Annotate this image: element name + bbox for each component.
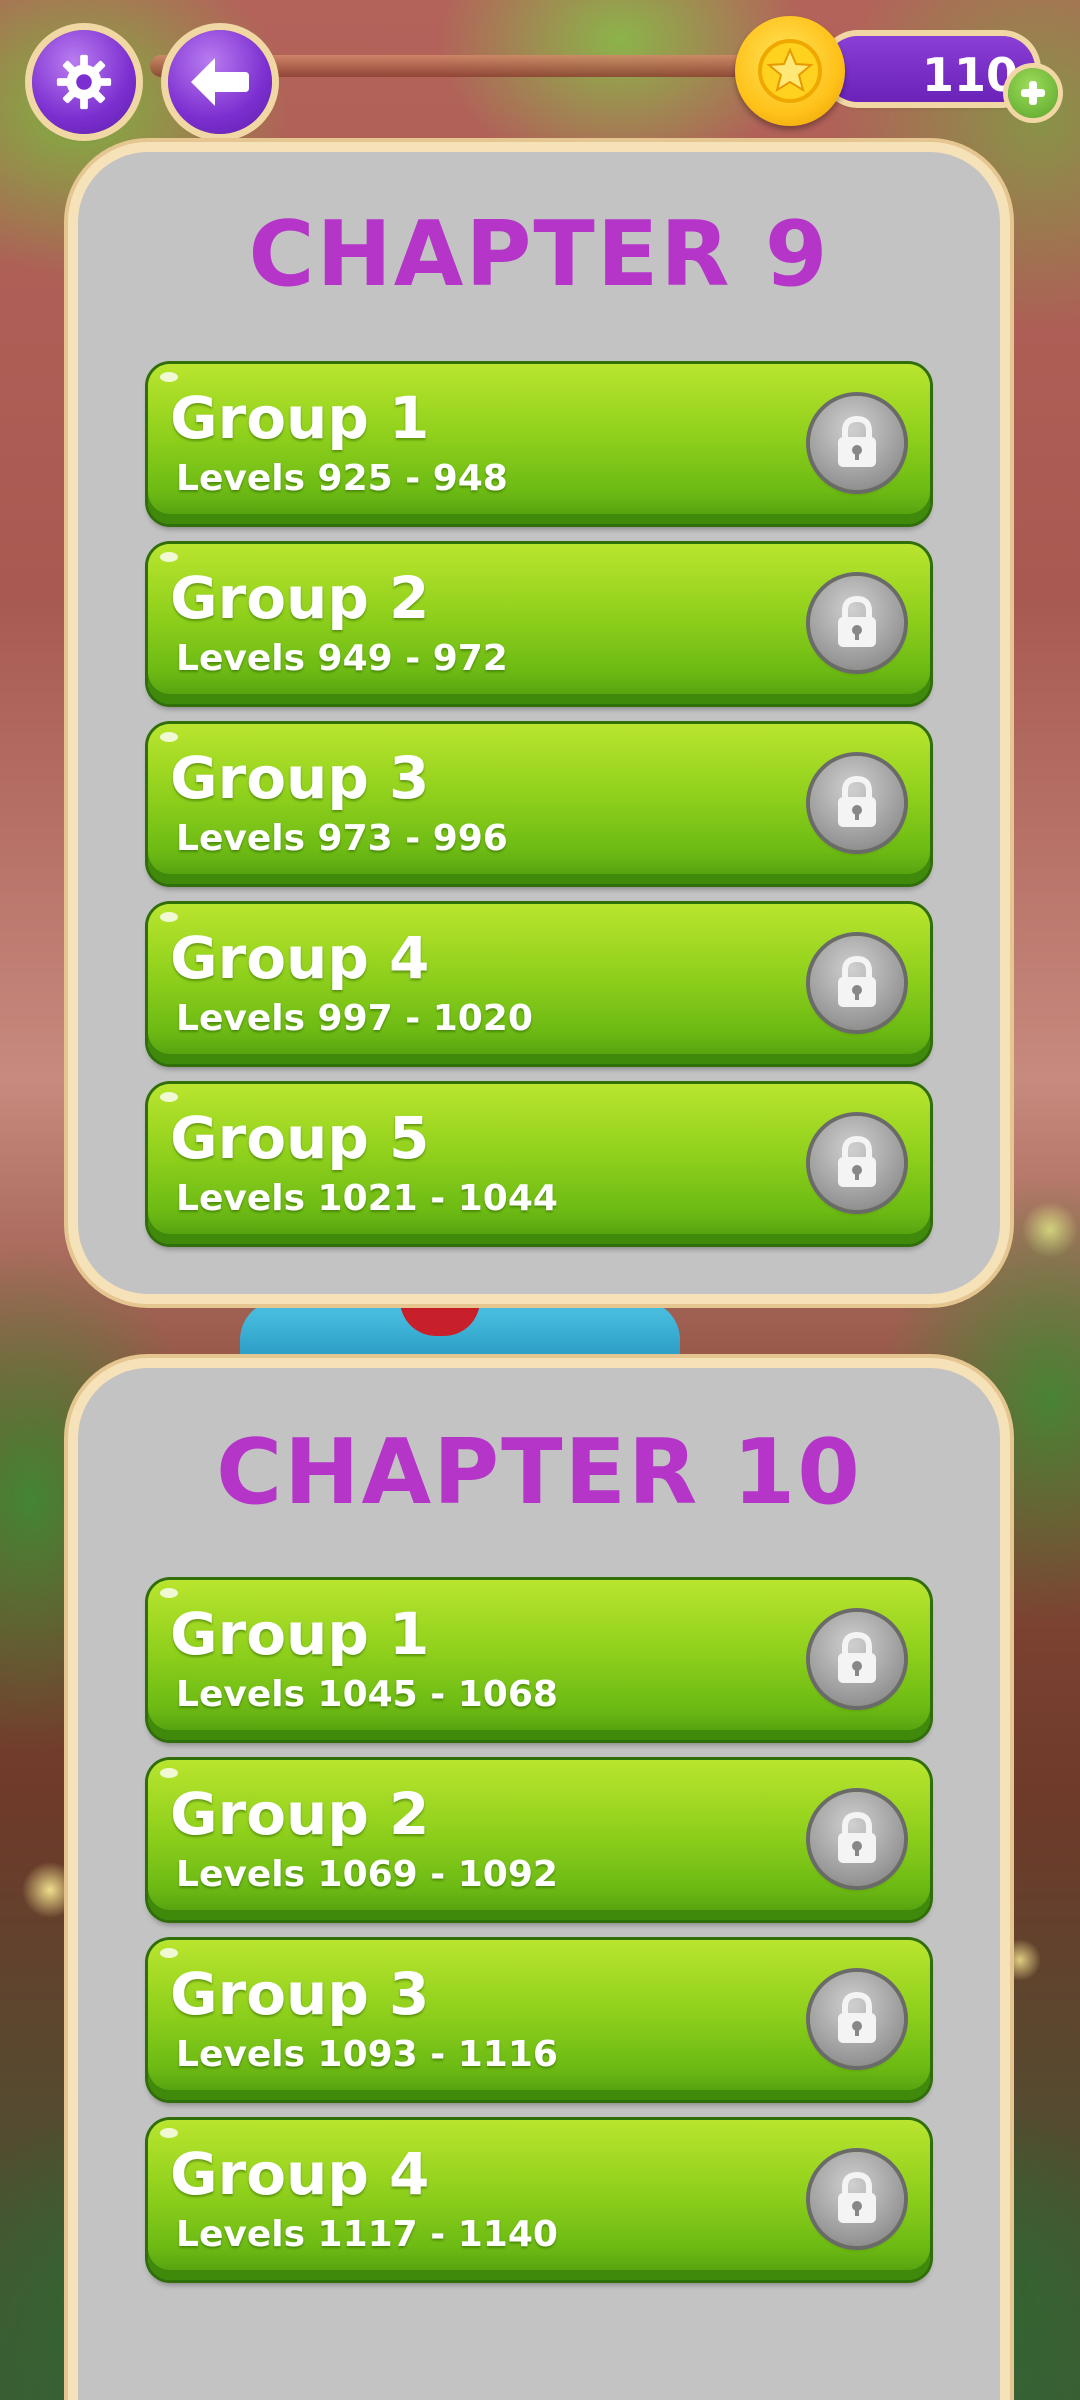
group-button[interactable]: Group 3 Levels 1093 - 1116 xyxy=(148,1940,930,2100)
group-name: Group 4 xyxy=(170,2140,430,2208)
arrow-left-icon xyxy=(191,58,249,106)
settings-button[interactable] xyxy=(32,30,136,134)
back-button[interactable] xyxy=(168,30,272,134)
group-levels: Levels 1117 - 1140 xyxy=(176,2214,558,2255)
lock-icon xyxy=(810,1612,904,1706)
lock-icon xyxy=(810,2152,904,2246)
lock-icon xyxy=(810,1116,904,1210)
group-levels: Levels 1093 - 1116 xyxy=(176,2034,558,2075)
group-levels: Levels 949 - 972 xyxy=(176,638,508,679)
group-name: Group 3 xyxy=(170,744,430,812)
chapter-card: CHAPTER 10 Group 1 Levels 1045 - 1068 Gr… xyxy=(78,1368,1000,2400)
group-levels: Levels 1021 - 1044 xyxy=(176,1178,558,1219)
coin-counter: 110 xyxy=(735,16,1058,126)
star-icon xyxy=(758,39,822,103)
group-name: Group 3 xyxy=(170,1960,430,2028)
group-button[interactable]: Group 1 Levels 1045 - 1068 xyxy=(148,1580,930,1740)
group-button[interactable]: Group 5 Levels 1021 - 1044 xyxy=(148,1084,930,1244)
group-levels: Levels 997 - 1020 xyxy=(176,998,533,1039)
star-coin-icon xyxy=(735,16,845,126)
gear-icon xyxy=(56,54,112,110)
group-levels: Levels 1069 - 1092 xyxy=(176,1854,558,1895)
chapter-card: CHAPTER 9 Group 1 Levels 925 - 948 Group… xyxy=(78,152,1000,1294)
group-name: Group 1 xyxy=(170,1600,430,1668)
group-name: Group 4 xyxy=(170,924,430,992)
add-coins-button[interactable] xyxy=(1008,68,1058,118)
lock-icon xyxy=(810,1792,904,1886)
group-levels: Levels 1045 - 1068 xyxy=(176,1674,558,1715)
group-button[interactable]: Group 2 Levels 1069 - 1092 xyxy=(148,1760,930,1920)
level-select-screen: 110 CHAPTER 9 Group 1 Levels 925 - 948 G… xyxy=(0,0,1080,2400)
lock-icon xyxy=(810,396,904,490)
group-levels: Levels 973 - 996 xyxy=(176,818,508,859)
group-button[interactable]: Group 4 Levels 1117 - 1140 xyxy=(148,2120,930,2280)
lock-icon xyxy=(810,576,904,670)
lock-icon xyxy=(810,1972,904,2066)
group-button[interactable]: Group 1 Levels 925 - 948 xyxy=(148,364,930,524)
group-button[interactable]: Group 3 Levels 973 - 996 xyxy=(148,724,930,884)
group-name: Group 5 xyxy=(170,1104,430,1172)
group-button[interactable]: Group 4 Levels 997 - 1020 xyxy=(148,904,930,1064)
group-button[interactable]: Group 2 Levels 949 - 972 xyxy=(148,544,930,704)
lock-icon xyxy=(810,936,904,1030)
coin-pill: 110 xyxy=(825,36,1035,102)
group-levels: Levels 925 - 948 xyxy=(176,458,508,499)
plus-icon xyxy=(1021,81,1045,105)
group-name: Group 1 xyxy=(170,384,430,452)
chapter-title: CHAPTER 9 xyxy=(248,202,830,307)
group-name: Group 2 xyxy=(170,564,430,632)
chapter-title: CHAPTER 10 xyxy=(216,1420,862,1525)
group-name: Group 2 xyxy=(170,1780,430,1848)
lock-icon xyxy=(810,756,904,850)
